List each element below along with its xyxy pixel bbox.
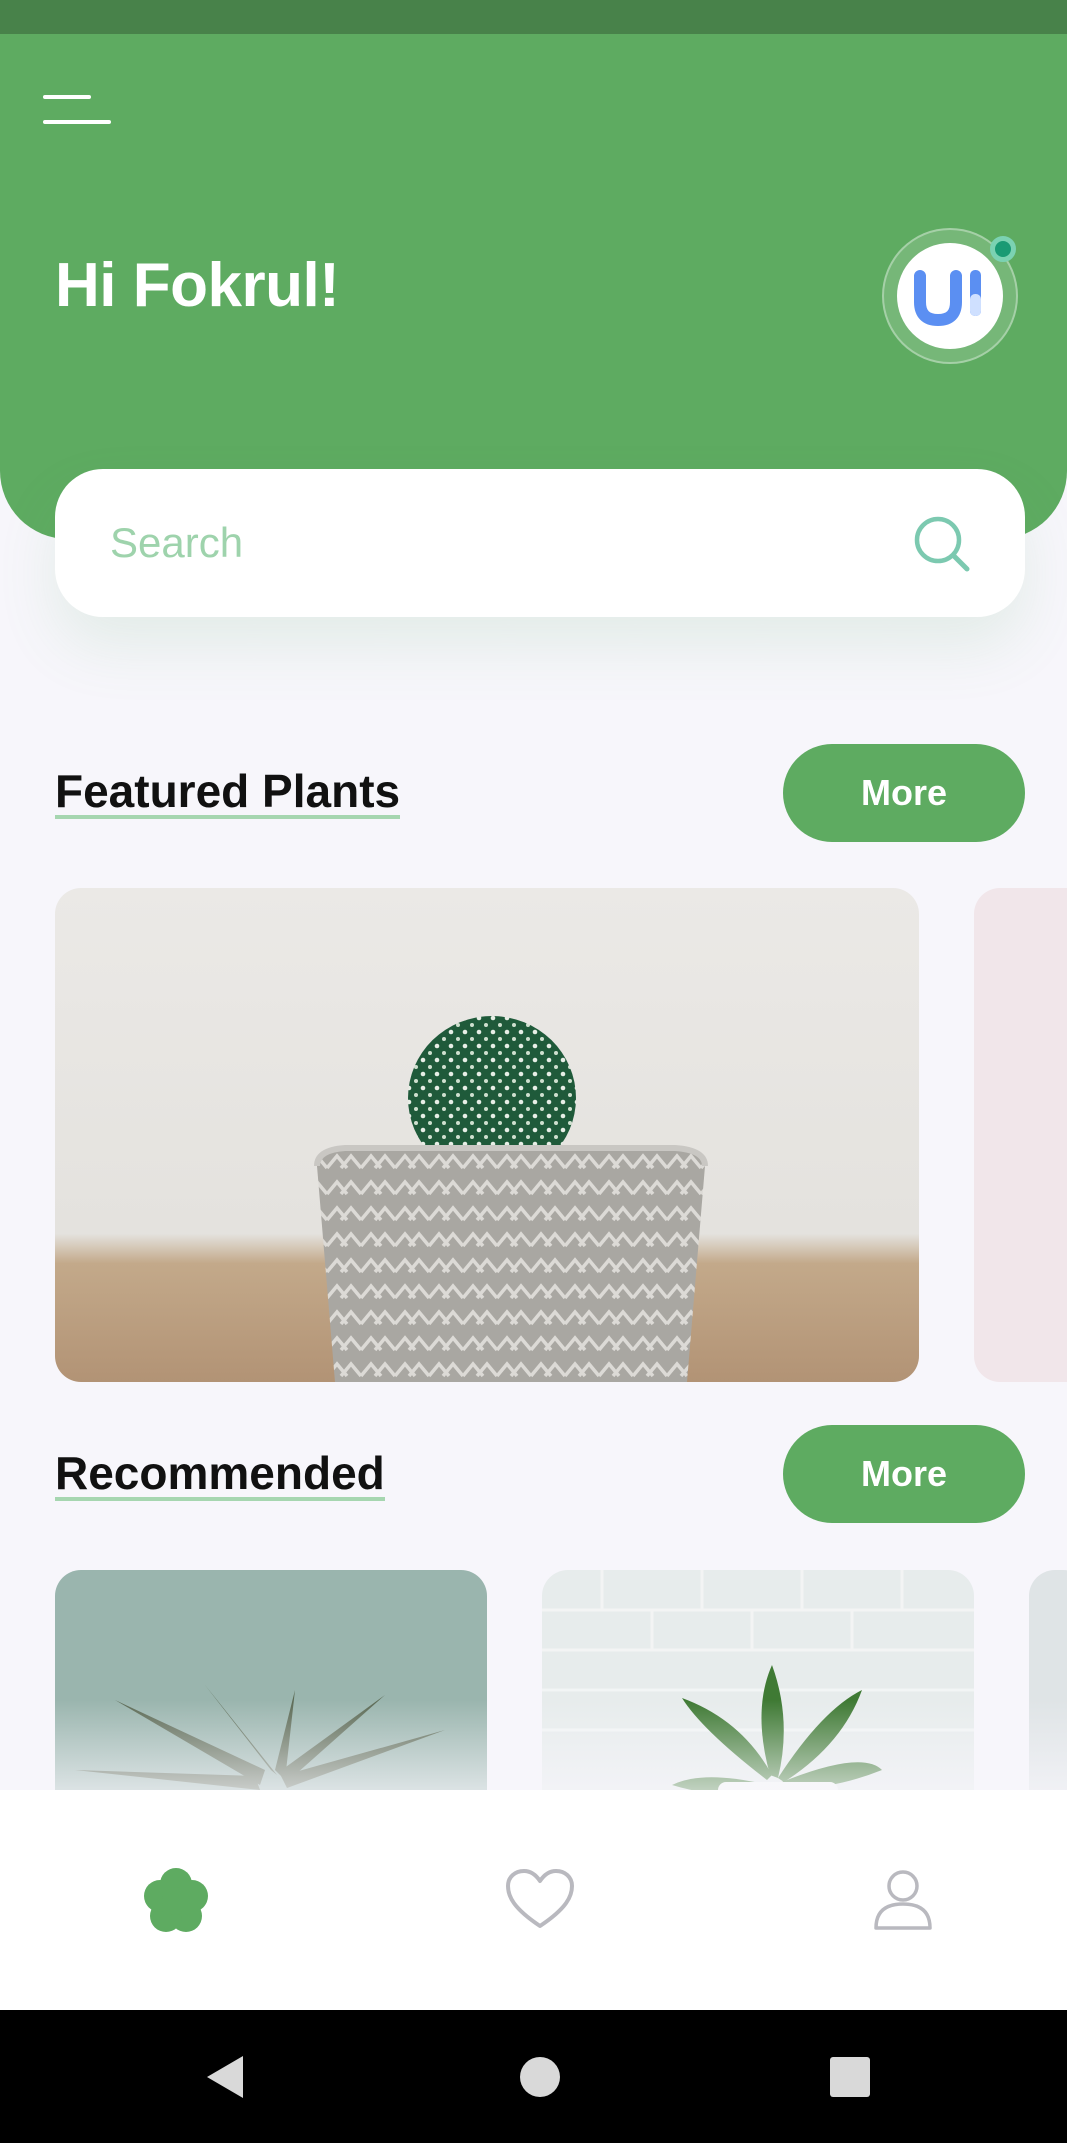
home-circle-icon [520, 2056, 560, 2097]
recommended-title: Recommended [55, 1446, 385, 1501]
featured-plants-title: Featured Plants [55, 764, 401, 819]
cactus-in-woven-pot-image [314, 1016, 708, 1382]
system-recents-button[interactable] [800, 2010, 900, 2143]
hamburger-menu-icon[interactable] [43, 95, 113, 131]
content-fade [0, 1700, 1067, 1790]
search-icon[interactable] [912, 514, 972, 574]
bottom-nav [0, 1790, 1067, 2010]
online-status-dot [990, 236, 1016, 262]
menu-line-top [43, 95, 91, 99]
search-input[interactable] [110, 513, 890, 573]
nav-favorites[interactable] [480, 1790, 600, 2010]
system-nav-bar [0, 2010, 1067, 2143]
title-underline [55, 1497, 385, 1501]
ui-logo-avatar-icon [914, 270, 981, 327]
system-back-button[interactable] [175, 2010, 275, 2143]
flower-home-icon [144, 1868, 208, 1932]
recommended-more-button[interactable]: More [783, 1425, 1025, 1523]
search-bar [55, 469, 1025, 617]
title-underline [55, 815, 401, 819]
system-home-button[interactable] [490, 2010, 590, 2143]
heart-icon [506, 1869, 574, 1928]
recents-square-icon [830, 2056, 870, 2097]
featured-plant-card[interactable] [55, 888, 919, 1382]
menu-line-bottom [43, 120, 111, 124]
nav-home[interactable] [116, 1790, 236, 2010]
featured-plant-card-partial[interactable] [974, 888, 1067, 1382]
status-bar [0, 0, 1067, 34]
recommended-label: Recommended [55, 1447, 385, 1499]
greeting-title: Hi Fokrul! [55, 251, 340, 320]
featured-plants-label: Featured Plants [55, 765, 401, 817]
featured-more-button[interactable]: More [783, 744, 1025, 842]
nav-profile[interactable] [843, 1790, 963, 2010]
user-icon [874, 1870, 932, 1930]
back-triangle-icon [207, 2055, 243, 2098]
